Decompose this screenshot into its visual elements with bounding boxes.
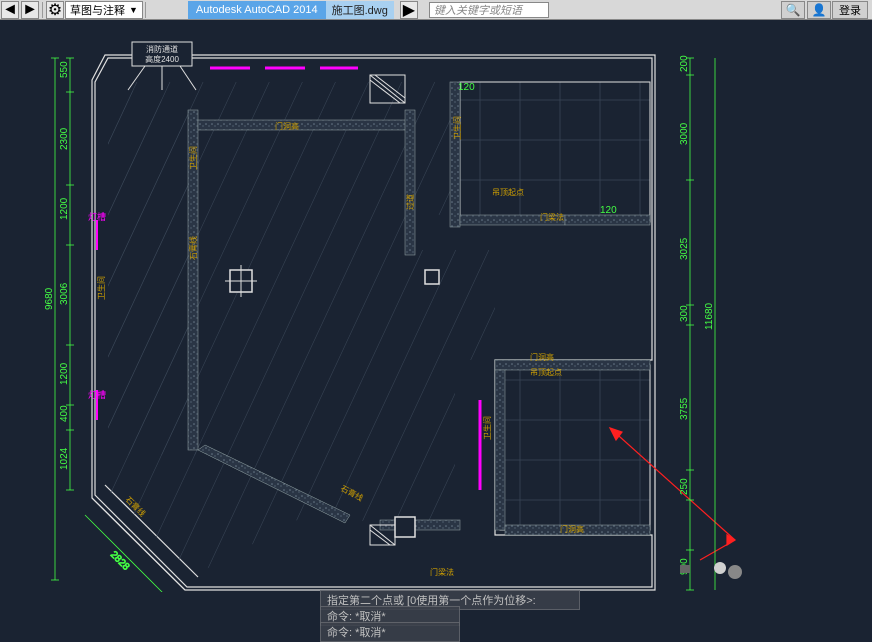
leader-text-1: 消防通道 (146, 44, 178, 54)
svg-text:1200: 1200 (59, 197, 70, 220)
svg-text:门洞高: 门洞高 (560, 524, 584, 534)
svg-text:门洞高: 门洞高 (530, 352, 554, 362)
cad-drawing: 消防通道 高度2400 550 2300 1200 3006 1200 400 … (0, 20, 872, 592)
nav-back-button[interactable]: ◄ (1, 1, 19, 19)
login-label: 登录 (839, 2, 861, 18)
svg-text:2300: 2300 (59, 127, 70, 150)
svg-text:吊顶起点: 吊顶起点 (492, 188, 524, 197)
filename-tab[interactable]: 施工图.dwg (326, 1, 394, 19)
user-icon[interactable]: 👤 (807, 1, 831, 19)
separator (42, 2, 43, 18)
svg-text:卫生间: 卫生间 (96, 276, 106, 300)
svg-text:3000: 3000 (679, 122, 690, 145)
app-title: Autodesk AutoCAD 2014 (188, 1, 326, 19)
svg-text:3006: 3006 (59, 282, 70, 305)
svg-text:300: 300 (679, 305, 690, 322)
dims-left-text: 550 2300 1200 3006 1200 400 1024 9680 (44, 61, 70, 470)
dims-right-text: 200 3000 3025 300 3755 250 900 11680 (679, 55, 715, 575)
svg-text:灯槽: 灯槽 (88, 211, 106, 222)
svg-text:11680: 11680 (704, 302, 715, 330)
filename-text: 施工图.dwg (332, 2, 388, 18)
cmd-text-3: 命令: *取消* (327, 627, 386, 639)
svg-text:3025: 3025 (679, 237, 690, 260)
command-area: 指定第二个点或 [0使用第一个点作为位移>: 命令: *取消* 命令: *取消* (0, 592, 872, 642)
top-toolbar: ◄ ► ⚙ 草图与注释 ▼ Autodesk AutoCAD 2014 施工图.… (0, 0, 872, 20)
play-button[interactable]: ▶ (400, 1, 418, 19)
workspace-label: 草图与注释 (70, 2, 125, 18)
svg-text:灯槽: 灯槽 (88, 389, 106, 400)
svg-text:1024: 1024 (59, 447, 70, 470)
gear-icon[interactable]: ⚙ (46, 1, 64, 19)
login-button[interactable]: 登录 (832, 1, 868, 19)
command-line-3[interactable]: 命令: *取消* (320, 622, 460, 642)
svg-text:2828: 2828 (108, 549, 132, 573)
search-placeholder: 键入关键字或短语 (434, 2, 522, 18)
svg-text:卫生间: 卫生间 (188, 146, 198, 170)
svg-text:9680: 9680 (44, 287, 55, 310)
svg-text:1200: 1200 (59, 362, 70, 385)
svg-text:门洞高: 门洞高 (275, 121, 299, 131)
leader-text-2: 高度2400 (145, 54, 179, 64)
room-grid-top (460, 82, 650, 222)
svg-text:250: 250 (679, 478, 690, 495)
svg-text:门梁法: 门梁法 (430, 567, 454, 577)
app-title-text: Autodesk AutoCAD 2014 (196, 4, 318, 16)
svg-text:3755: 3755 (679, 397, 690, 420)
dim-mid-seg: 120 (600, 205, 617, 216)
svg-text:吊顶起点: 吊顶起点 (530, 368, 562, 377)
svg-text:550: 550 (59, 61, 70, 78)
binoculars-icon[interactable]: 🔍 (781, 1, 805, 19)
nav-fwd-button[interactable]: ► (21, 1, 39, 19)
search-input[interactable]: 键入关键字或短语 (429, 2, 549, 18)
svg-text:过道: 过道 (405, 194, 415, 210)
svg-text:卫生间: 卫生间 (482, 416, 492, 440)
room-grid-bottom (500, 365, 650, 530)
chevron-down-icon: ▼ (129, 5, 138, 15)
workspace-dropdown[interactable]: 草图与注释 ▼ (65, 1, 143, 19)
drawing-canvas[interactable]: 消防通道 高度2400 550 2300 1200 3006 1200 400 … (0, 20, 872, 592)
svg-text:200: 200 (679, 55, 690, 72)
svg-text:门梁法: 门梁法 (540, 212, 564, 222)
dim-top-seg: 120 (458, 82, 475, 93)
svg-text:卫生间: 卫生间 (452, 116, 462, 140)
separator (145, 2, 146, 18)
right-toolbar: 🔍 👤 登录 (780, 1, 872, 19)
svg-text:400: 400 (59, 405, 70, 422)
svg-text:石膏线: 石膏线 (188, 236, 198, 260)
